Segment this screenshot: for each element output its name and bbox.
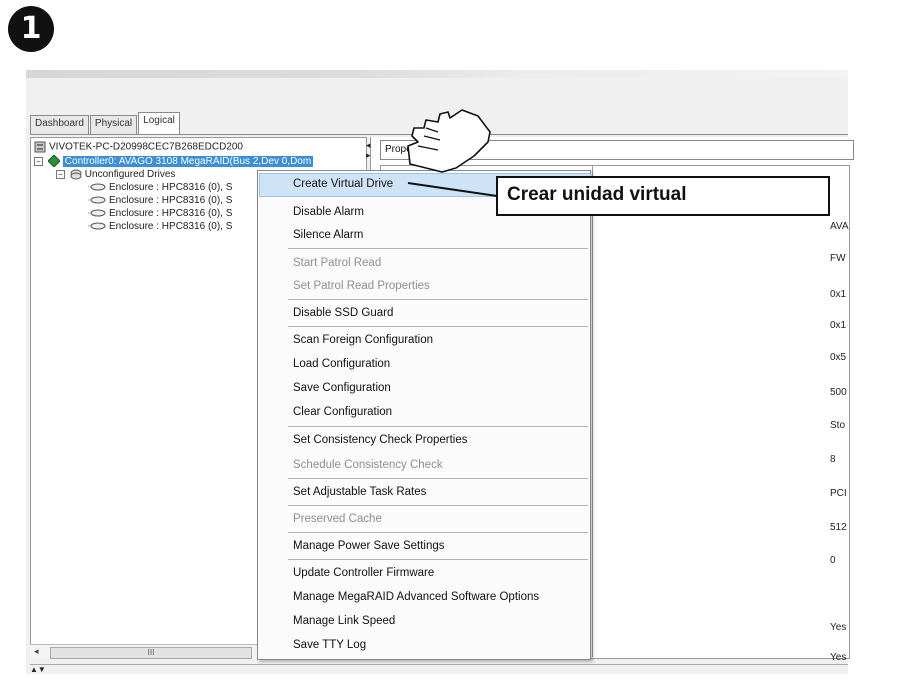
callout-label: Crear unidad virtual — [507, 184, 687, 205]
panel-resize-arrows-icon[interactable]: ▲▼ — [30, 665, 46, 674]
callout-box: Crear unidad virtual — [496, 176, 830, 216]
callout-leader-line — [407, 182, 498, 197]
bottom-status-bar: ▲▼ — [30, 664, 848, 677]
pointing-hand-icon — [407, 109, 491, 173]
